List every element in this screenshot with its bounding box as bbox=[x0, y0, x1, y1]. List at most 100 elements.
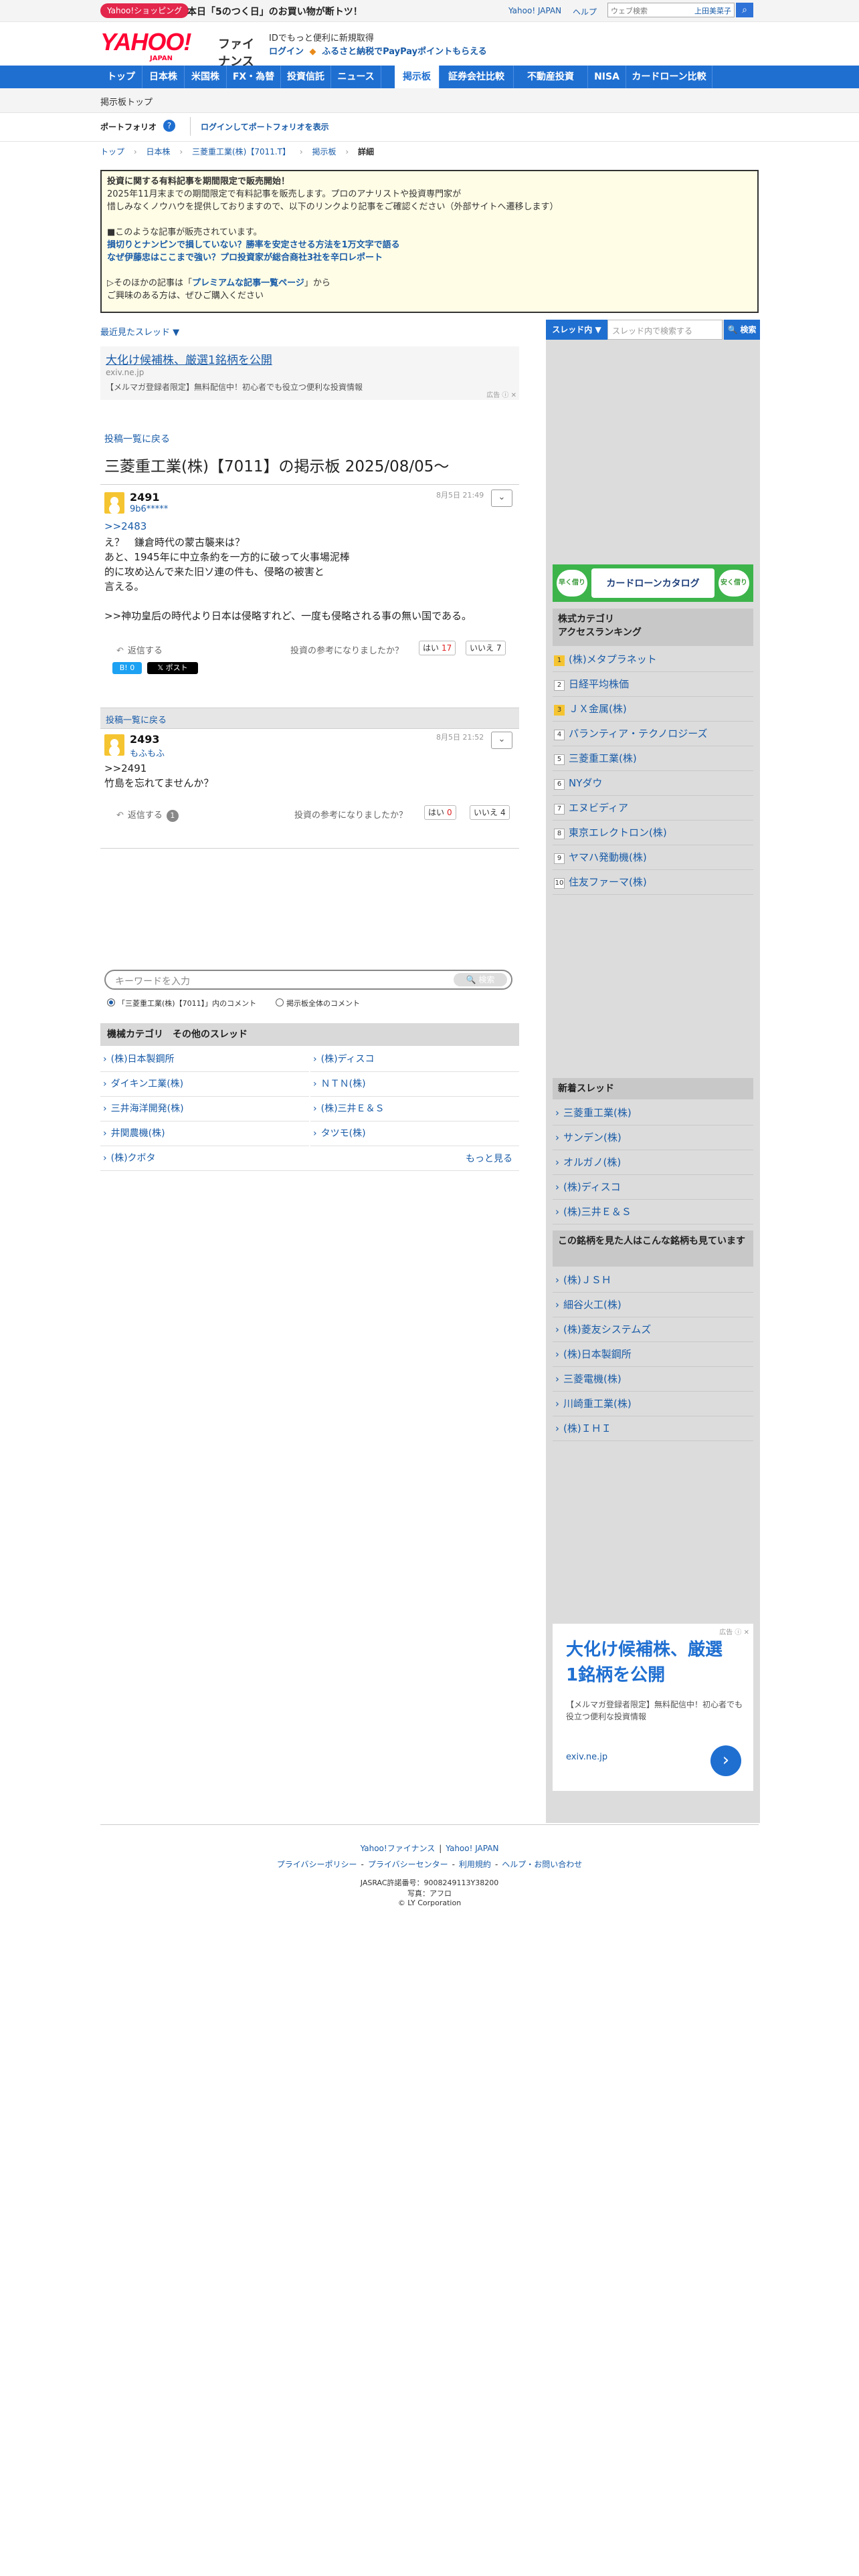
reply-button[interactable]: ↶ 返信する 1 bbox=[116, 808, 179, 822]
shopping-promo-text[interactable]: 本日「5のつく日」のお買い物が断トツ！ bbox=[187, 5, 363, 18]
premium-list-link[interactable]: プレミアムな記事一覧ページ bbox=[192, 278, 304, 288]
id-promo-text[interactable]: IDでもっと便利に新規取得 bbox=[269, 31, 374, 43]
radio-all-scope[interactable]: 掲示板全体のコメント bbox=[276, 998, 360, 1008]
x-post-button[interactable]: 𝕏 ポスト bbox=[147, 662, 198, 674]
post-user[interactable]: 9b6***** bbox=[130, 504, 168, 514]
category-thread-link[interactable]: (株)クボタ bbox=[100, 1146, 519, 1171]
breadcrumb-top[interactable]: トップ bbox=[100, 147, 124, 156]
new-thread-link[interactable]: 三菱重工業(株) bbox=[553, 1101, 753, 1125]
vote-no-button[interactable]: いいえ 7 bbox=[466, 641, 506, 655]
post-menu-button[interactable]: ⌄ bbox=[491, 490, 512, 507]
category-thread-link[interactable]: (株)三井Ｅ＆Ｓ bbox=[310, 1097, 519, 1121]
also-viewed-link[interactable]: 三菱電機(株) bbox=[553, 1367, 753, 1392]
nav-nisa[interactable]: NISA bbox=[588, 66, 626, 88]
help-icon[interactable]: ? bbox=[163, 120, 175, 132]
footer-yahoo-link[interactable]: Yahoo! JAPAN bbox=[446, 1844, 498, 1853]
footer-privacy-center-link[interactable]: プライバシーセンター bbox=[368, 1860, 448, 1869]
login-promo[interactable]: ログイン ◆ ふるさと納税でPayPayポイントもらえる bbox=[269, 44, 487, 57]
nav-news[interactable]: ニュース bbox=[331, 66, 381, 88]
reply-button[interactable]: ↶ 返信する bbox=[116, 643, 163, 656]
ranking-item[interactable]: 8 東京エレクトロン(株) bbox=[553, 821, 753, 845]
ranking-item[interactable]: 7 エヌビディア bbox=[553, 796, 753, 821]
new-thread-link[interactable]: (株)三井Ｅ＆Ｓ bbox=[553, 1200, 753, 1224]
thread-search-button[interactable]: 🔍 検索 bbox=[724, 320, 760, 340]
breadcrumb-stock[interactable]: 三菱重工業(株)【7011.T】 bbox=[192, 147, 290, 156]
footer-privacy-policy-link[interactable]: プライバシーポリシー bbox=[277, 1860, 357, 1869]
also-viewed-link[interactable]: (株)ＪＳＨ bbox=[553, 1268, 753, 1293]
ranking-item[interactable]: 6 NYダウ bbox=[553, 771, 753, 796]
also-viewed-link[interactable]: 川崎重工業(株) bbox=[553, 1392, 753, 1416]
footer-finance-link[interactable]: Yahoo!ファイナンス bbox=[361, 1844, 436, 1853]
category-thread-link[interactable]: 三井海洋開発(株) bbox=[100, 1097, 309, 1121]
more-link[interactable]: もっと見る bbox=[466, 1152, 512, 1165]
new-thread-link[interactable]: サンデン(株) bbox=[553, 1125, 753, 1150]
also-viewed-link[interactable]: (株)日本製鋼所 bbox=[553, 1342, 753, 1367]
notice-article-link[interactable]: 損切りとナンピンで損していない？勝率を安定させる方法を1万文字で語る bbox=[107, 239, 752, 251]
ad-marker[interactable]: 広告 ⓘ ✕ bbox=[486, 389, 516, 399]
nav-us-stocks[interactable]: 米国株 bbox=[185, 66, 227, 88]
arrow-right-icon[interactable]: › bbox=[710, 1745, 741, 1776]
footer-terms-link[interactable]: 利用規約 bbox=[459, 1860, 491, 1869]
vote-no-button[interactable]: いいえ 4 bbox=[470, 805, 510, 820]
shopping-pill[interactable]: Yahoo!ショッピング bbox=[100, 3, 189, 18]
also-viewed-link[interactable]: (株)ＩＨＩ bbox=[553, 1416, 753, 1441]
back-to-list-link[interactable]: 投稿一覧に戻る bbox=[104, 432, 170, 445]
web-search-input[interactable]: ウェブ検索 上田美菜子 bbox=[607, 3, 735, 17]
also-viewed-link[interactable]: 細谷火工(株) bbox=[553, 1293, 753, 1317]
yahoo-japan-link[interactable]: Yahoo! JAPAN bbox=[508, 6, 561, 15]
category-thread-link[interactable]: (株)ディスコ bbox=[310, 1047, 519, 1072]
breadcrumb-board[interactable]: 掲示板 bbox=[312, 147, 337, 156]
vote-yes-button[interactable]: はい 0 bbox=[424, 805, 456, 820]
hatena-bookmark-button[interactable]: B! 0 bbox=[112, 662, 142, 674]
web-search-button[interactable]: ⌕ bbox=[736, 3, 753, 17]
reply-reference-link[interactable]: >>2483 bbox=[104, 520, 147, 532]
new-thread-link[interactable]: オルガノ(株) bbox=[553, 1150, 753, 1175]
login-link[interactable]: ログイン bbox=[269, 47, 304, 57]
board-top-link[interactable]: 掲示板トップ bbox=[100, 95, 153, 108]
ad-headline[interactable]: 大化け候補株、厳選1銘柄を公開 bbox=[106, 350, 272, 367]
keyword-search-button[interactable]: 🔍 検索 bbox=[454, 973, 507, 986]
post-menu-button[interactable]: ⌄ bbox=[491, 732, 512, 749]
category-thread-link[interactable]: ダイキン工業(株) bbox=[100, 1072, 309, 1097]
post-number[interactable]: 2493 bbox=[130, 733, 160, 746]
post-number[interactable]: 2491 bbox=[130, 491, 160, 504]
nav-japan-stocks[interactable]: 日本株 bbox=[142, 66, 185, 88]
post-user[interactable]: もふもふ bbox=[130, 746, 165, 759]
nav-top[interactable]: トップ bbox=[100, 66, 142, 88]
nav-card-loan[interactable]: カードローン比較 bbox=[626, 66, 712, 88]
ranking-item[interactable]: 3 ＪＸ金属(株) bbox=[553, 697, 753, 722]
nav-board[interactable]: 掲示板 bbox=[395, 66, 440, 88]
thread-search-input[interactable]: スレッド内で検索する bbox=[607, 320, 723, 340]
back-to-list-link[interactable]: 投稿一覧に戻る bbox=[106, 713, 167, 726]
also-viewed-link[interactable]: (株)菱友システムズ bbox=[553, 1317, 753, 1342]
category-thread-link[interactable]: ＮＴＮ(株) bbox=[310, 1072, 519, 1097]
vote-yes-button[interactable]: はい 17 bbox=[419, 641, 456, 655]
help-link[interactable]: ヘルプ bbox=[573, 6, 597, 17]
ranking-item[interactable]: 9 ヤマハ発動機(株) bbox=[553, 845, 753, 870]
card-loan-banner[interactable]: 早く借りたい カードローンカタログ 安く借りたい bbox=[553, 564, 753, 602]
recent-threads-dropdown[interactable]: 最近見たスレッド ▼ bbox=[100, 325, 179, 338]
ad-marker[interactable]: 広告 ⓘ ✕ bbox=[719, 1626, 749, 1636]
category-thread-link[interactable]: タツモ(株) bbox=[310, 1121, 519, 1146]
back-to-list-bar[interactable]: 投稿一覧に戻る bbox=[100, 708, 519, 729]
search-scope-dropdown[interactable]: スレッド内 ▼ bbox=[546, 320, 607, 340]
sidebar-ad[interactable]: 広告 ⓘ ✕ 大化け候補株、厳選1銘柄を公開 【メルマガ登録者限定】無料配信中！… bbox=[553, 1624, 753, 1791]
notice-article-link[interactable]: なぜ伊藤忠はここまで強い？プロ投資家が総合商社3社を辛口レポート bbox=[107, 251, 752, 264]
ranking-item[interactable]: 4 パランティア・テクノロジーズ bbox=[553, 722, 753, 746]
radio-thread-scope[interactable]: 「三菱重工業(株)【7011】」内のコメント bbox=[107, 998, 256, 1008]
category-thread-link[interactable]: (株)日本製鋼所 bbox=[100, 1047, 309, 1072]
category-thread-link[interactable]: 井関農機(株) bbox=[100, 1121, 309, 1146]
ranking-item[interactable]: 1 (株)メタプラネット bbox=[553, 647, 753, 672]
text-ad[interactable]: 大化け候補株、厳選1銘柄を公開 exiv.ne.jp 【メルマガ登録者限定】無料… bbox=[100, 346, 519, 400]
yahoo-finance-logo[interactable]: YAHOO! JAPAN ファイナンス bbox=[100, 28, 261, 69]
breadcrumb-japan-stocks[interactable]: 日本株 bbox=[146, 147, 170, 156]
new-thread-link[interactable]: (株)ディスコ bbox=[553, 1175, 753, 1200]
nav-funds[interactable]: 投資信託 bbox=[281, 66, 331, 88]
ranking-item[interactable]: 5 三菱重工業(株) bbox=[553, 746, 753, 771]
footer-help-link[interactable]: ヘルプ・お問い合わせ bbox=[502, 1860, 582, 1869]
furusato-link[interactable]: ふるさと納税でPayPayポイントもらえる bbox=[322, 47, 487, 57]
ranking-item[interactable]: 10 住友ファーマ(株) bbox=[553, 870, 753, 895]
nav-fx[interactable]: FX・為替 bbox=[227, 66, 281, 88]
portfolio-login-link[interactable]: ログインしてポートフォリオを表示 bbox=[201, 121, 329, 132]
ad-headline[interactable]: 大化け候補株、厳選1銘柄を公開 bbox=[566, 1637, 733, 1688]
